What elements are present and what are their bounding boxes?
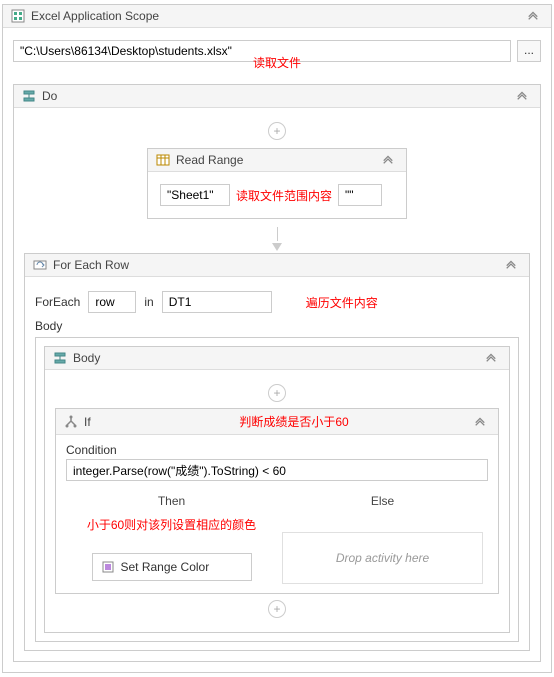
add-activity-button[interactable]: + xyxy=(268,122,286,140)
activity-header[interactable]: If 判断成绩是否小于60 xyxy=(56,409,498,435)
activity-title: For Each Row xyxy=(53,258,505,272)
collapse-icon[interactable] xyxy=(382,154,398,166)
body-label: Body xyxy=(35,319,519,333)
set-range-color-activity[interactable]: Set Range Color xyxy=(92,553,252,581)
activity-title: Do xyxy=(42,89,516,103)
do-sequence[interactable]: Do + Read Range xyxy=(13,84,541,662)
activity-header[interactable]: Do xyxy=(14,85,540,108)
excel-application-scope[interactable]: Excel Application Scope ... 读取文件 Do xyxy=(2,4,552,673)
annotation-read-file: 读取文件 xyxy=(253,54,301,71)
sheet-name-input[interactable] xyxy=(160,184,230,206)
activity-title: Body xyxy=(73,351,485,365)
loop-variable-input[interactable] xyxy=(88,291,136,313)
branch-icon xyxy=(64,415,78,429)
annotation-read-range: 读取文件范围内容 xyxy=(236,187,332,204)
arrow-down-icon xyxy=(272,243,282,251)
condition-label: Condition xyxy=(66,443,488,457)
annotation-iterate: 遍历文件内容 xyxy=(306,294,378,311)
if-activity[interactable]: If 判断成绩是否小于60 xyxy=(55,408,499,594)
sequence-icon xyxy=(22,89,36,103)
activity-title: Read Range xyxy=(176,153,382,167)
collapse-icon[interactable] xyxy=(474,416,490,428)
activity-header[interactable]: For Each Row xyxy=(25,254,529,277)
body-sequence[interactable]: Body + xyxy=(44,346,510,633)
range-input[interactable] xyxy=(338,184,382,206)
activity-title: If xyxy=(84,415,209,429)
then-label: Then xyxy=(71,490,272,512)
activity-header[interactable]: Excel Application Scope xyxy=(3,5,551,28)
color-icon xyxy=(101,560,115,574)
collection-input[interactable] xyxy=(162,291,272,313)
activity-title: Excel Application Scope xyxy=(31,9,527,23)
collapse-icon[interactable] xyxy=(485,352,501,364)
then-branch[interactable]: Then 小于60则对该列设置相应的颜色 xyxy=(66,489,277,585)
excel-icon xyxy=(11,9,25,23)
read-range-activity[interactable]: Read Range 读取文件范围内容 xyxy=(147,148,407,219)
browse-button[interactable]: ... xyxy=(517,40,541,62)
activity-header[interactable]: Read Range xyxy=(148,149,406,172)
annotation-set-color: 小于60则对该列设置相应的颜色 xyxy=(71,516,272,533)
loop-icon xyxy=(33,258,47,272)
collapse-icon[interactable] xyxy=(527,10,543,22)
collapse-icon[interactable] xyxy=(516,90,532,102)
table-icon xyxy=(156,153,170,167)
else-branch[interactable]: Else Drop activity here xyxy=(277,489,488,585)
add-activity-button[interactable]: + xyxy=(268,384,286,402)
drop-activity-hint[interactable]: Drop activity here xyxy=(282,532,483,584)
add-activity-button[interactable]: + xyxy=(268,600,286,618)
connector-line xyxy=(277,227,278,241)
collapse-icon[interactable] xyxy=(505,259,521,271)
else-label: Else xyxy=(282,490,483,512)
condition-input[interactable] xyxy=(66,459,488,481)
in-label: in xyxy=(144,295,153,309)
activity-header[interactable]: Body xyxy=(45,347,509,370)
activity-title: Set Range Color xyxy=(121,560,210,574)
sequence-icon xyxy=(53,351,67,365)
annotation-judge: 判断成绩是否小于60 xyxy=(239,413,348,430)
for-each-row-activity[interactable]: For Each Row ForEach in 遍历文件内容 xyxy=(24,253,530,651)
foreach-label: ForEach xyxy=(35,295,80,309)
